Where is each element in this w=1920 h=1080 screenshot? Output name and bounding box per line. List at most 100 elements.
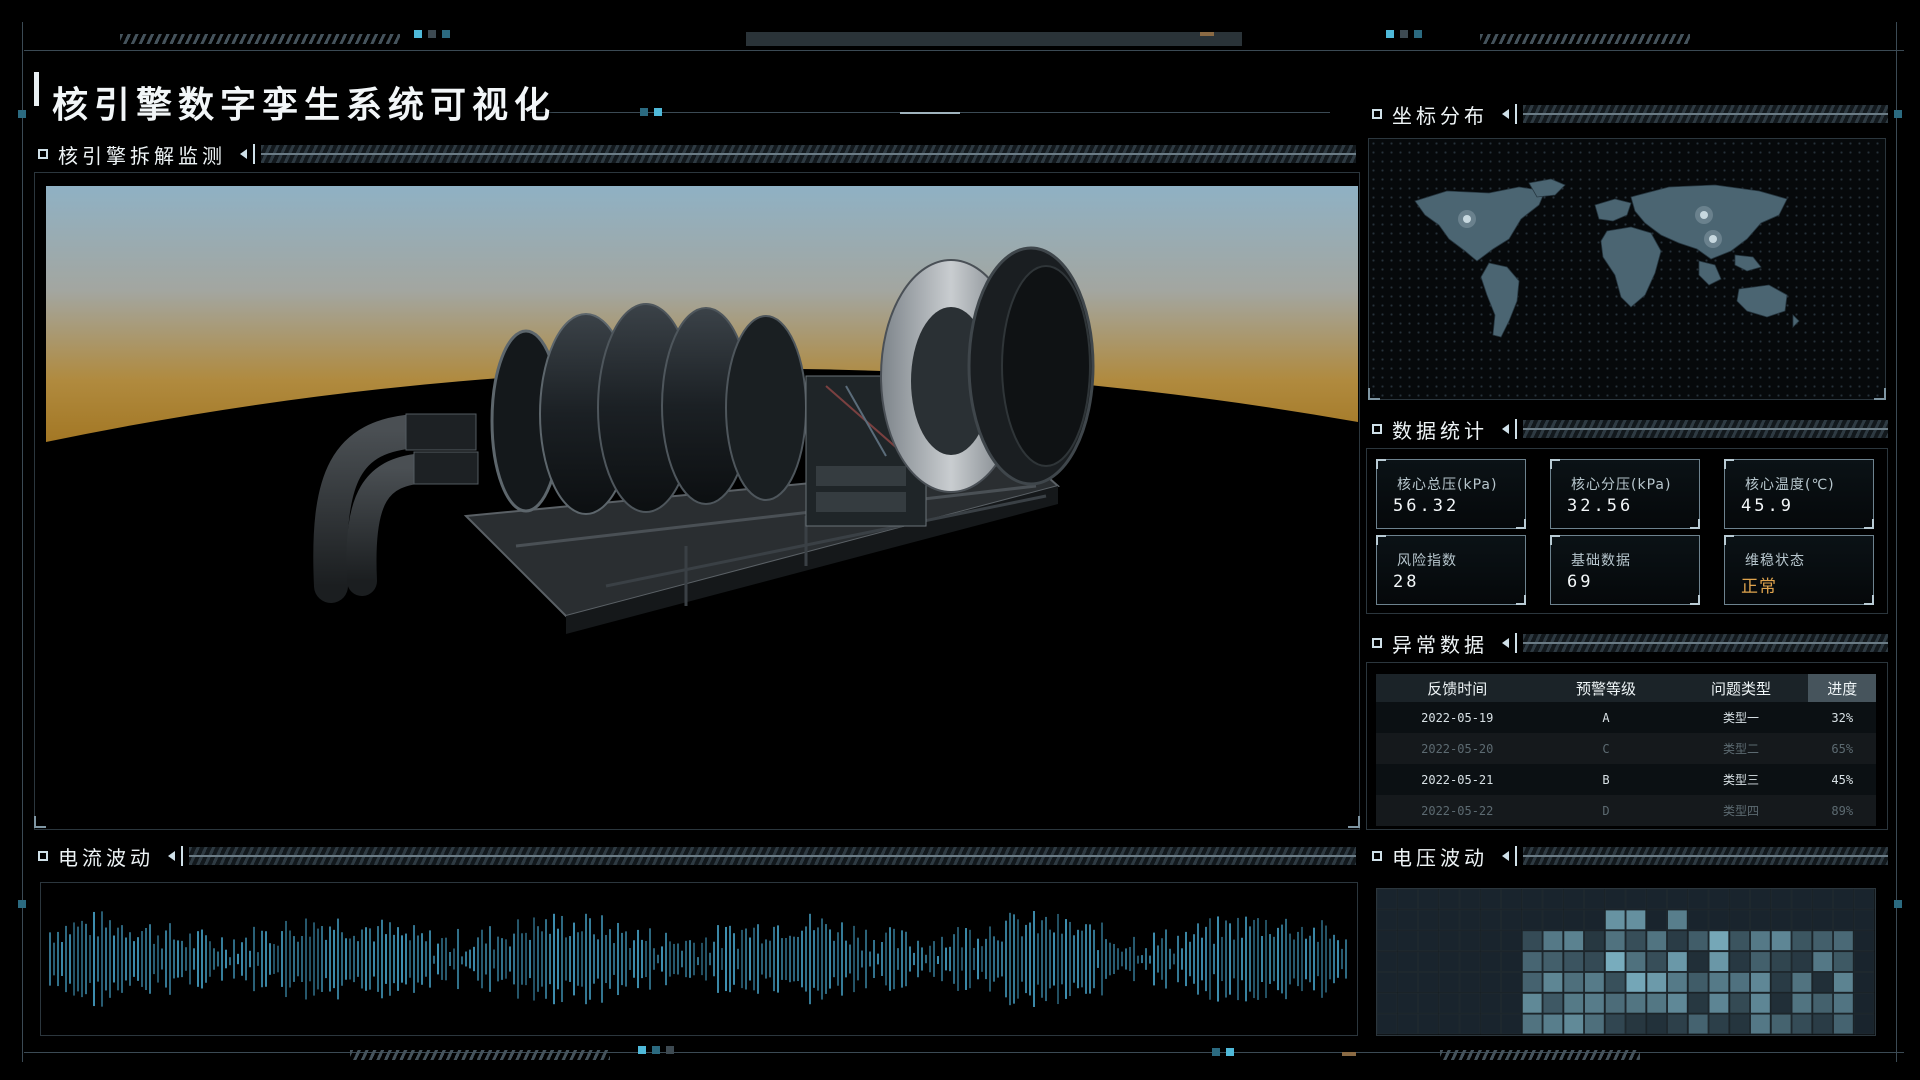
wave-bar (413, 925, 415, 993)
cell-type: 类型一 (1673, 702, 1809, 733)
heatmap-cell (1563, 888, 1585, 910)
heatmap-cell (1812, 992, 1834, 1014)
wave-bar (633, 940, 635, 978)
wave-bar (101, 911, 103, 1007)
heatmap-cell (1480, 930, 1502, 952)
heatmap-cell (1667, 909, 1688, 931)
heatmap-cell (1521, 951, 1543, 972)
frame-deco-tick (1386, 30, 1394, 38)
heatmap-cell (1438, 951, 1460, 972)
heatmap-cell (1853, 992, 1875, 1014)
wave-bar (917, 940, 919, 978)
table-row[interactable]: 2022-05-19 A 类型一 32% (1376, 702, 1876, 733)
table-row[interactable]: 2022-05-21 B 类型三 45% (1376, 764, 1876, 795)
caret-left-icon[interactable] (1502, 424, 1509, 434)
wave-bar (717, 925, 719, 993)
caret-left-icon[interactable] (168, 851, 175, 861)
heatmap-cell (1542, 992, 1564, 1014)
column-header-time[interactable]: 反馈时间 (1376, 674, 1539, 702)
wave-bar (293, 936, 295, 982)
frame-deco-stripe (746, 32, 1242, 46)
wave-bar (605, 934, 607, 984)
heatmap-cell (1459, 971, 1481, 993)
wave-bar (565, 937, 567, 981)
wave-bar (761, 943, 763, 975)
wave-bar (829, 929, 831, 989)
heatmap-cell (1729, 1013, 1751, 1035)
heatmap-cell (1625, 930, 1647, 952)
heatmap-cell (1853, 930, 1875, 952)
heatmap-cell (1563, 951, 1585, 972)
heatmap-cell (1397, 971, 1419, 993)
wave-bar (173, 939, 175, 979)
wave-bar (1081, 930, 1083, 988)
caret-left-icon[interactable] (1502, 851, 1509, 861)
square-outline-icon (1372, 851, 1382, 861)
engine-3d-viewport[interactable] (46, 186, 1358, 826)
wave-bar (873, 939, 875, 979)
wave-bar (1105, 939, 1107, 979)
stat-label: 核心总压(kPa) (1397, 477, 1498, 493)
wave-bar (261, 930, 263, 988)
column-header-progress[interactable]: 进度 (1808, 674, 1876, 702)
caret-left-icon[interactable] (240, 149, 247, 159)
wave-bar (713, 941, 715, 977)
heatmap-cell (1521, 909, 1543, 931)
heatmap-cell (1542, 888, 1564, 910)
wave-bar (637, 929, 639, 989)
wave-bar (745, 928, 747, 990)
heatmap-cell (1397, 1013, 1419, 1035)
divider (1515, 846, 1517, 866)
wave-bar (225, 949, 227, 969)
world-map[interactable] (1368, 138, 1886, 400)
wave-bar (389, 922, 391, 996)
wave-bar (1249, 926, 1251, 992)
wave-bar (1189, 941, 1191, 977)
frame-deco-tick (428, 30, 436, 38)
wave-bar (1265, 919, 1267, 999)
wave-bar (1057, 913, 1059, 1005)
wave-bar (385, 934, 387, 984)
heatmap-cell (1708, 909, 1730, 931)
divider (181, 846, 183, 866)
wave-bar (449, 951, 451, 967)
wave-bar (945, 947, 947, 971)
heatmap-cell (1459, 909, 1481, 931)
square-outline-icon (38, 851, 48, 861)
wave-bar (1117, 948, 1119, 970)
wave-bar (821, 918, 823, 1000)
wave-bar (1301, 926, 1303, 992)
column-header-type[interactable]: 问题类型 (1673, 674, 1809, 702)
wave-bar (329, 926, 331, 992)
heatmap-cell (1584, 888, 1605, 910)
wave-bar (369, 928, 371, 990)
wave-bar (1233, 939, 1235, 979)
caret-left-icon[interactable] (1502, 109, 1509, 119)
wave-bar (53, 942, 55, 976)
frame-deco-tick (1212, 1048, 1220, 1056)
wave-bar (541, 931, 543, 987)
stat-label: 核心温度(℃) (1745, 477, 1835, 493)
wave-bar (569, 936, 571, 982)
frame-deco-tick (442, 30, 450, 38)
table-row[interactable]: 2022-05-20 C 类型二 65% (1376, 733, 1876, 764)
heatmap-cell (1750, 909, 1771, 931)
wave-bar (753, 927, 755, 991)
wave-bar (349, 938, 351, 980)
panel-header-anomaly: 异常数据 (1368, 629, 1888, 657)
column-header-level[interactable]: 预警等级 (1538, 674, 1674, 702)
caret-left-icon[interactable] (1502, 638, 1509, 648)
wave-bar (549, 933, 551, 985)
wave-bar (357, 941, 359, 977)
heatmap-cell (1625, 888, 1647, 910)
table-row[interactable]: 2022-05-22 D 类型四 89% (1376, 795, 1876, 826)
wave-bar (1141, 955, 1143, 964)
heatmap-cell (1833, 951, 1854, 972)
heatmap-cell (1750, 888, 1771, 910)
wave-bar (993, 936, 995, 982)
frame-deco-stripe (120, 34, 400, 44)
panel-title-anomaly: 异常数据 (1392, 632, 1488, 657)
wave-bar (441, 938, 443, 980)
header-stripe (189, 847, 1356, 865)
heatmap-cell (1667, 951, 1688, 972)
